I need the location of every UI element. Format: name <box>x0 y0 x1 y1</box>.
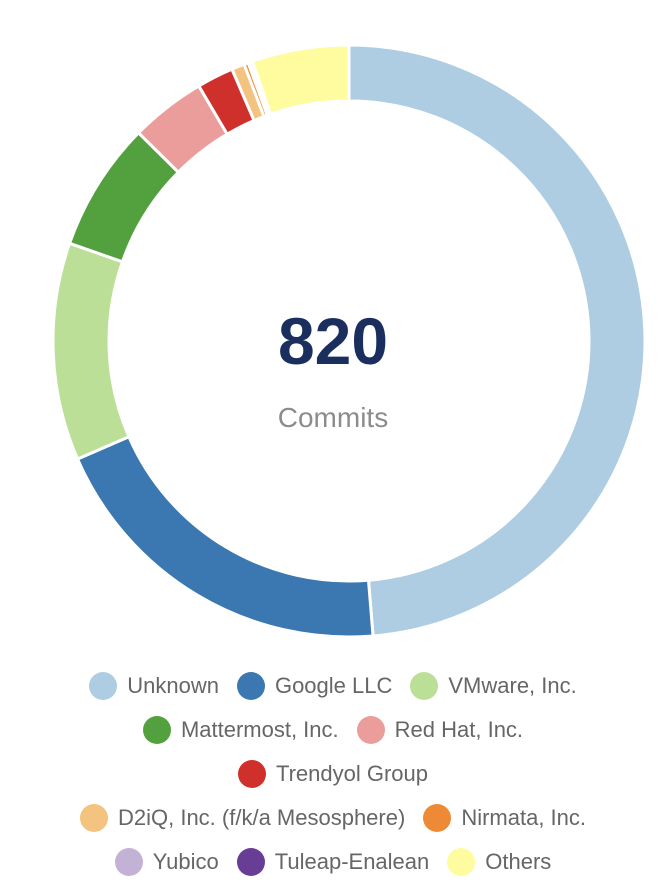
legend-swatch-icon <box>142 716 171 744</box>
legend-item-google-llc[interactable]: Google LLC <box>236 672 393 700</box>
total-commits-label: Commits <box>277 402 389 433</box>
legend-swatch-icon <box>410 672 439 700</box>
legend-label: Trendyol Group <box>275 761 429 786</box>
legend-label: Red Hat, Inc. <box>394 717 524 742</box>
total-commits-value: 820 <box>277 304 389 378</box>
legend-item-d2iq-inc-f-k-a-mesosphere[interactable]: D2iQ, Inc. (f/k/a Mesosphere) <box>79 804 406 832</box>
legend-label: Mattermost, Inc. <box>180 717 339 742</box>
legend-swatch-icon <box>236 848 265 876</box>
legend-row: Mattermost, Inc. Red Hat, Inc. <box>0 708 666 752</box>
donut-chart: 820 Commits <box>0 0 666 660</box>
legend-row: Yubico Tuleap-Enalean Others <box>0 840 666 884</box>
legend-swatch-icon <box>114 848 143 876</box>
legend-swatch-icon <box>237 760 266 788</box>
legend-swatch-icon <box>79 804 108 832</box>
legend-item-trendyol-group[interactable]: Trendyol Group <box>237 760 429 788</box>
slice-others[interactable] <box>250 43 351 117</box>
legend-label: Others <box>485 849 552 874</box>
legend-swatch-icon <box>447 848 476 876</box>
legend-swatch-icon <box>356 716 385 744</box>
legend-item-yubico[interactable]: Yubico <box>114 848 219 876</box>
legend-item-unknown[interactable]: Unknown <box>89 672 219 700</box>
slice-google-llc[interactable] <box>75 434 375 639</box>
legend-swatch-icon <box>423 804 452 832</box>
legend-item-mattermost-inc[interactable]: Mattermost, Inc. <box>142 716 339 744</box>
legend-label: Unknown <box>127 673 219 698</box>
legend-label: Tuleap-Enalean <box>274 849 430 874</box>
legend-label: VMware, Inc. <box>448 673 577 698</box>
legend-label: Nirmata, Inc. <box>461 805 587 830</box>
legend-swatch-icon <box>236 672 265 700</box>
legend-label: Yubico <box>152 849 219 874</box>
legend-item-tuleap-enalean[interactable]: Tuleap-Enalean <box>236 848 430 876</box>
legend-item-vmware-inc[interactable]: VMware, Inc. <box>410 672 577 700</box>
chart-legend: Unknown Google LLC VMware, Inc. Mattermost,… <box>0 664 666 884</box>
legend-item-nirmata-inc[interactable]: Nirmata, Inc. <box>423 804 586 832</box>
legend-item-others[interactable]: Others <box>447 848 551 876</box>
legend-label: D2iQ, Inc. (f/k/a Mesosphere) <box>117 805 406 830</box>
legend-row: D2iQ, Inc. (f/k/a Mesosphere) Nirmata, In… <box>0 796 666 840</box>
legend-label: Google LLC <box>274 673 393 698</box>
legend-row: Trendyol Group <box>0 752 666 796</box>
legend-row: Unknown Google LLC VMware, Inc. <box>0 664 666 708</box>
legend-item-red-hat-inc[interactable]: Red Hat, Inc. <box>356 716 524 744</box>
legend-swatch-icon <box>89 672 118 700</box>
